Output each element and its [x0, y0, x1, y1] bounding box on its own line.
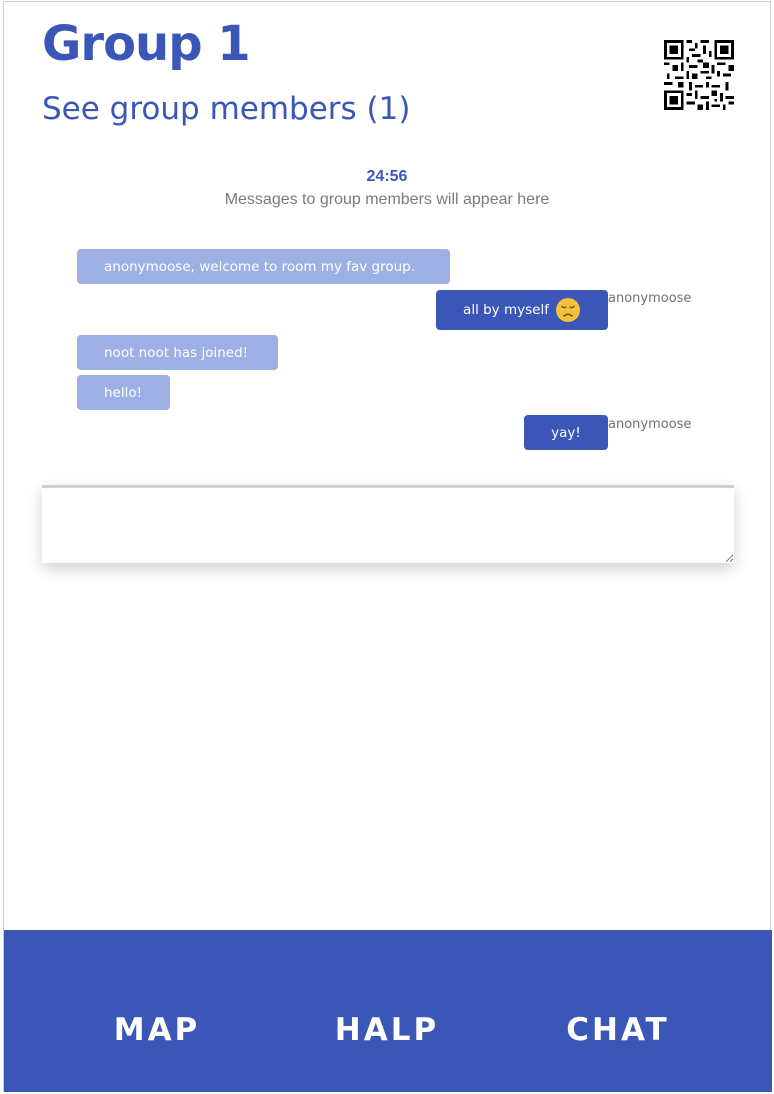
message-bubble-incoming: anonymoose, welcome to room my fav group… — [77, 249, 450, 284]
message-text: yay! — [551, 424, 581, 441]
message-text: hello! — [104, 384, 143, 401]
message-bubble-outgoing: yay! — [524, 415, 608, 450]
timer: 24:56 — [366, 168, 408, 185]
see-group-members-link[interactable]: See group members (1) — [42, 88, 410, 130]
qr-code-icon[interactable] — [664, 40, 734, 110]
nav-map[interactable]: MAP — [47, 1010, 267, 1050]
message-text: noot noot has joined! — [104, 344, 249, 361]
nav-halp[interactable]: HALP — [277, 1010, 497, 1050]
bottom-nav: MAP HALP CHAT — [4, 930, 772, 1092]
message-input[interactable] — [42, 485, 734, 563]
nav-chat[interactable]: CHAT — [508, 1010, 728, 1050]
message-bubble-incoming: hello! — [77, 375, 170, 410]
chat-hint: Messages to group members will appear he… — [224, 191, 550, 208]
message-sender: anonymoose — [608, 291, 692, 306]
disappointed-face-icon — [555, 298, 580, 322]
message-bubble-outgoing: all by myself — [436, 290, 608, 330]
message-bubble-incoming: noot noot has joined! — [77, 335, 278, 370]
message-text: all by myself — [463, 302, 549, 318]
page-title: Group 1 — [42, 16, 251, 72]
message-text: anonymoose, welcome to room my fav group… — [104, 258, 416, 275]
message-sender: anonymoose — [608, 417, 692, 432]
